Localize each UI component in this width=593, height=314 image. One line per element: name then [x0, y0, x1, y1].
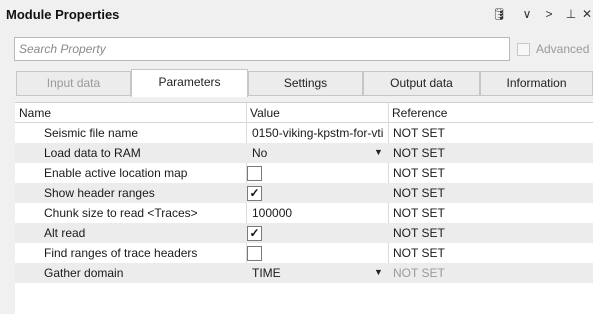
- property-checkbox-checked[interactable]: ✓: [247, 226, 262, 241]
- property-reference: NOT SET: [393, 166, 445, 180]
- chevron-right-icon[interactable]: >: [540, 5, 558, 23]
- property-reference: NOT SET: [393, 126, 445, 140]
- property-name: Enable active location map: [44, 166, 188, 180]
- property-checkbox-checked[interactable]: ✓: [247, 186, 262, 201]
- window-title: Module Properties: [6, 7, 120, 22]
- property-row-chunk-size[interactable]: Chunk size to read <Traces> 100000 NOT S…: [15, 203, 593, 223]
- dropdown-arrow-icon[interactable]: ▼: [374, 147, 383, 157]
- property-value-dropdown[interactable]: TIME: [252, 266, 388, 280]
- tab-information[interactable]: Information: [480, 71, 593, 96]
- header-reference[interactable]: Reference: [392, 106, 447, 120]
- grid-header: Name Value Reference: [15, 103, 593, 123]
- property-row-show-header-ranges[interactable]: Show header ranges ✓ NOT SET: [15, 183, 593, 203]
- tab-output-data[interactable]: Output data: [363, 71, 480, 96]
- property-value-dropdown[interactable]: No: [252, 146, 388, 160]
- tab-parameters[interactable]: Parameters: [131, 69, 248, 97]
- property-row-enable-active-location-map[interactable]: Enable active location map NOT SET: [15, 163, 593, 183]
- property-name: Chunk size to read <Traces>: [44, 206, 198, 220]
- advanced-toggle[interactable]: Advanced: [517, 41, 589, 57]
- property-row-gather-domain[interactable]: Gather domain TIME ▼ NOT SET: [15, 263, 593, 283]
- property-reference: NOT SET: [393, 146, 445, 160]
- property-row-find-ranges-of-trace-headers[interactable]: Find ranges of trace headers NOT SET: [15, 243, 593, 263]
- property-checkbox[interactable]: [247, 166, 262, 181]
- property-value-text[interactable]: 0150-viking-kpstm-for-vti: [252, 126, 388, 140]
- dropdown-arrow-icon[interactable]: ▼: [374, 267, 383, 277]
- advanced-checkbox[interactable]: [517, 42, 530, 56]
- header-name[interactable]: Name: [19, 106, 51, 120]
- property-row-alt-read[interactable]: Alt read ✓ NOT SET: [15, 223, 593, 243]
- property-name: Find ranges of trace headers: [44, 246, 198, 260]
- database-icon[interactable]: 🛢: [490, 5, 508, 23]
- property-reference: NOT SET: [393, 226, 445, 240]
- property-name: Seismic file name: [44, 126, 139, 140]
- property-reference: NOT SET: [393, 206, 445, 220]
- header-value[interactable]: Value: [250, 106, 280, 120]
- property-name: Alt read: [44, 226, 86, 240]
- property-row-seismic-file-name[interactable]: Seismic file name 0150-viking-kpstm-for-…: [15, 123, 593, 143]
- advanced-label: Advanced: [536, 42, 590, 56]
- search-input[interactable]: [19, 38, 505, 60]
- property-name: Show header ranges: [44, 186, 155, 200]
- search-property-box[interactable]: [14, 37, 510, 61]
- tab-input-data[interactable]: Input data: [16, 71, 131, 96]
- property-reference: NOT SET: [393, 266, 445, 280]
- property-checkbox[interactable]: [247, 246, 262, 261]
- close-icon[interactable]: ✕: [578, 5, 593, 23]
- property-reference: NOT SET: [393, 186, 445, 200]
- property-grid: Name Value Reference Seismic file name 0…: [15, 102, 593, 314]
- property-name: Gather domain: [44, 266, 124, 280]
- property-reference: NOT SET: [393, 246, 445, 260]
- tab-settings[interactable]: Settings: [248, 71, 363, 96]
- property-value-text[interactable]: 100000: [252, 206, 388, 220]
- chevron-down-icon[interactable]: ∨: [518, 5, 536, 23]
- title-bar: Module Properties 🛢 ∨ > ⊥ ✕: [0, 0, 593, 30]
- tab-bar: Input data Parameters Settings Output da…: [16, 69, 593, 97]
- property-row-load-data-to-ram[interactable]: Load data to RAM No ▼ NOT SET: [15, 143, 593, 163]
- property-name: Load data to RAM: [44, 146, 141, 160]
